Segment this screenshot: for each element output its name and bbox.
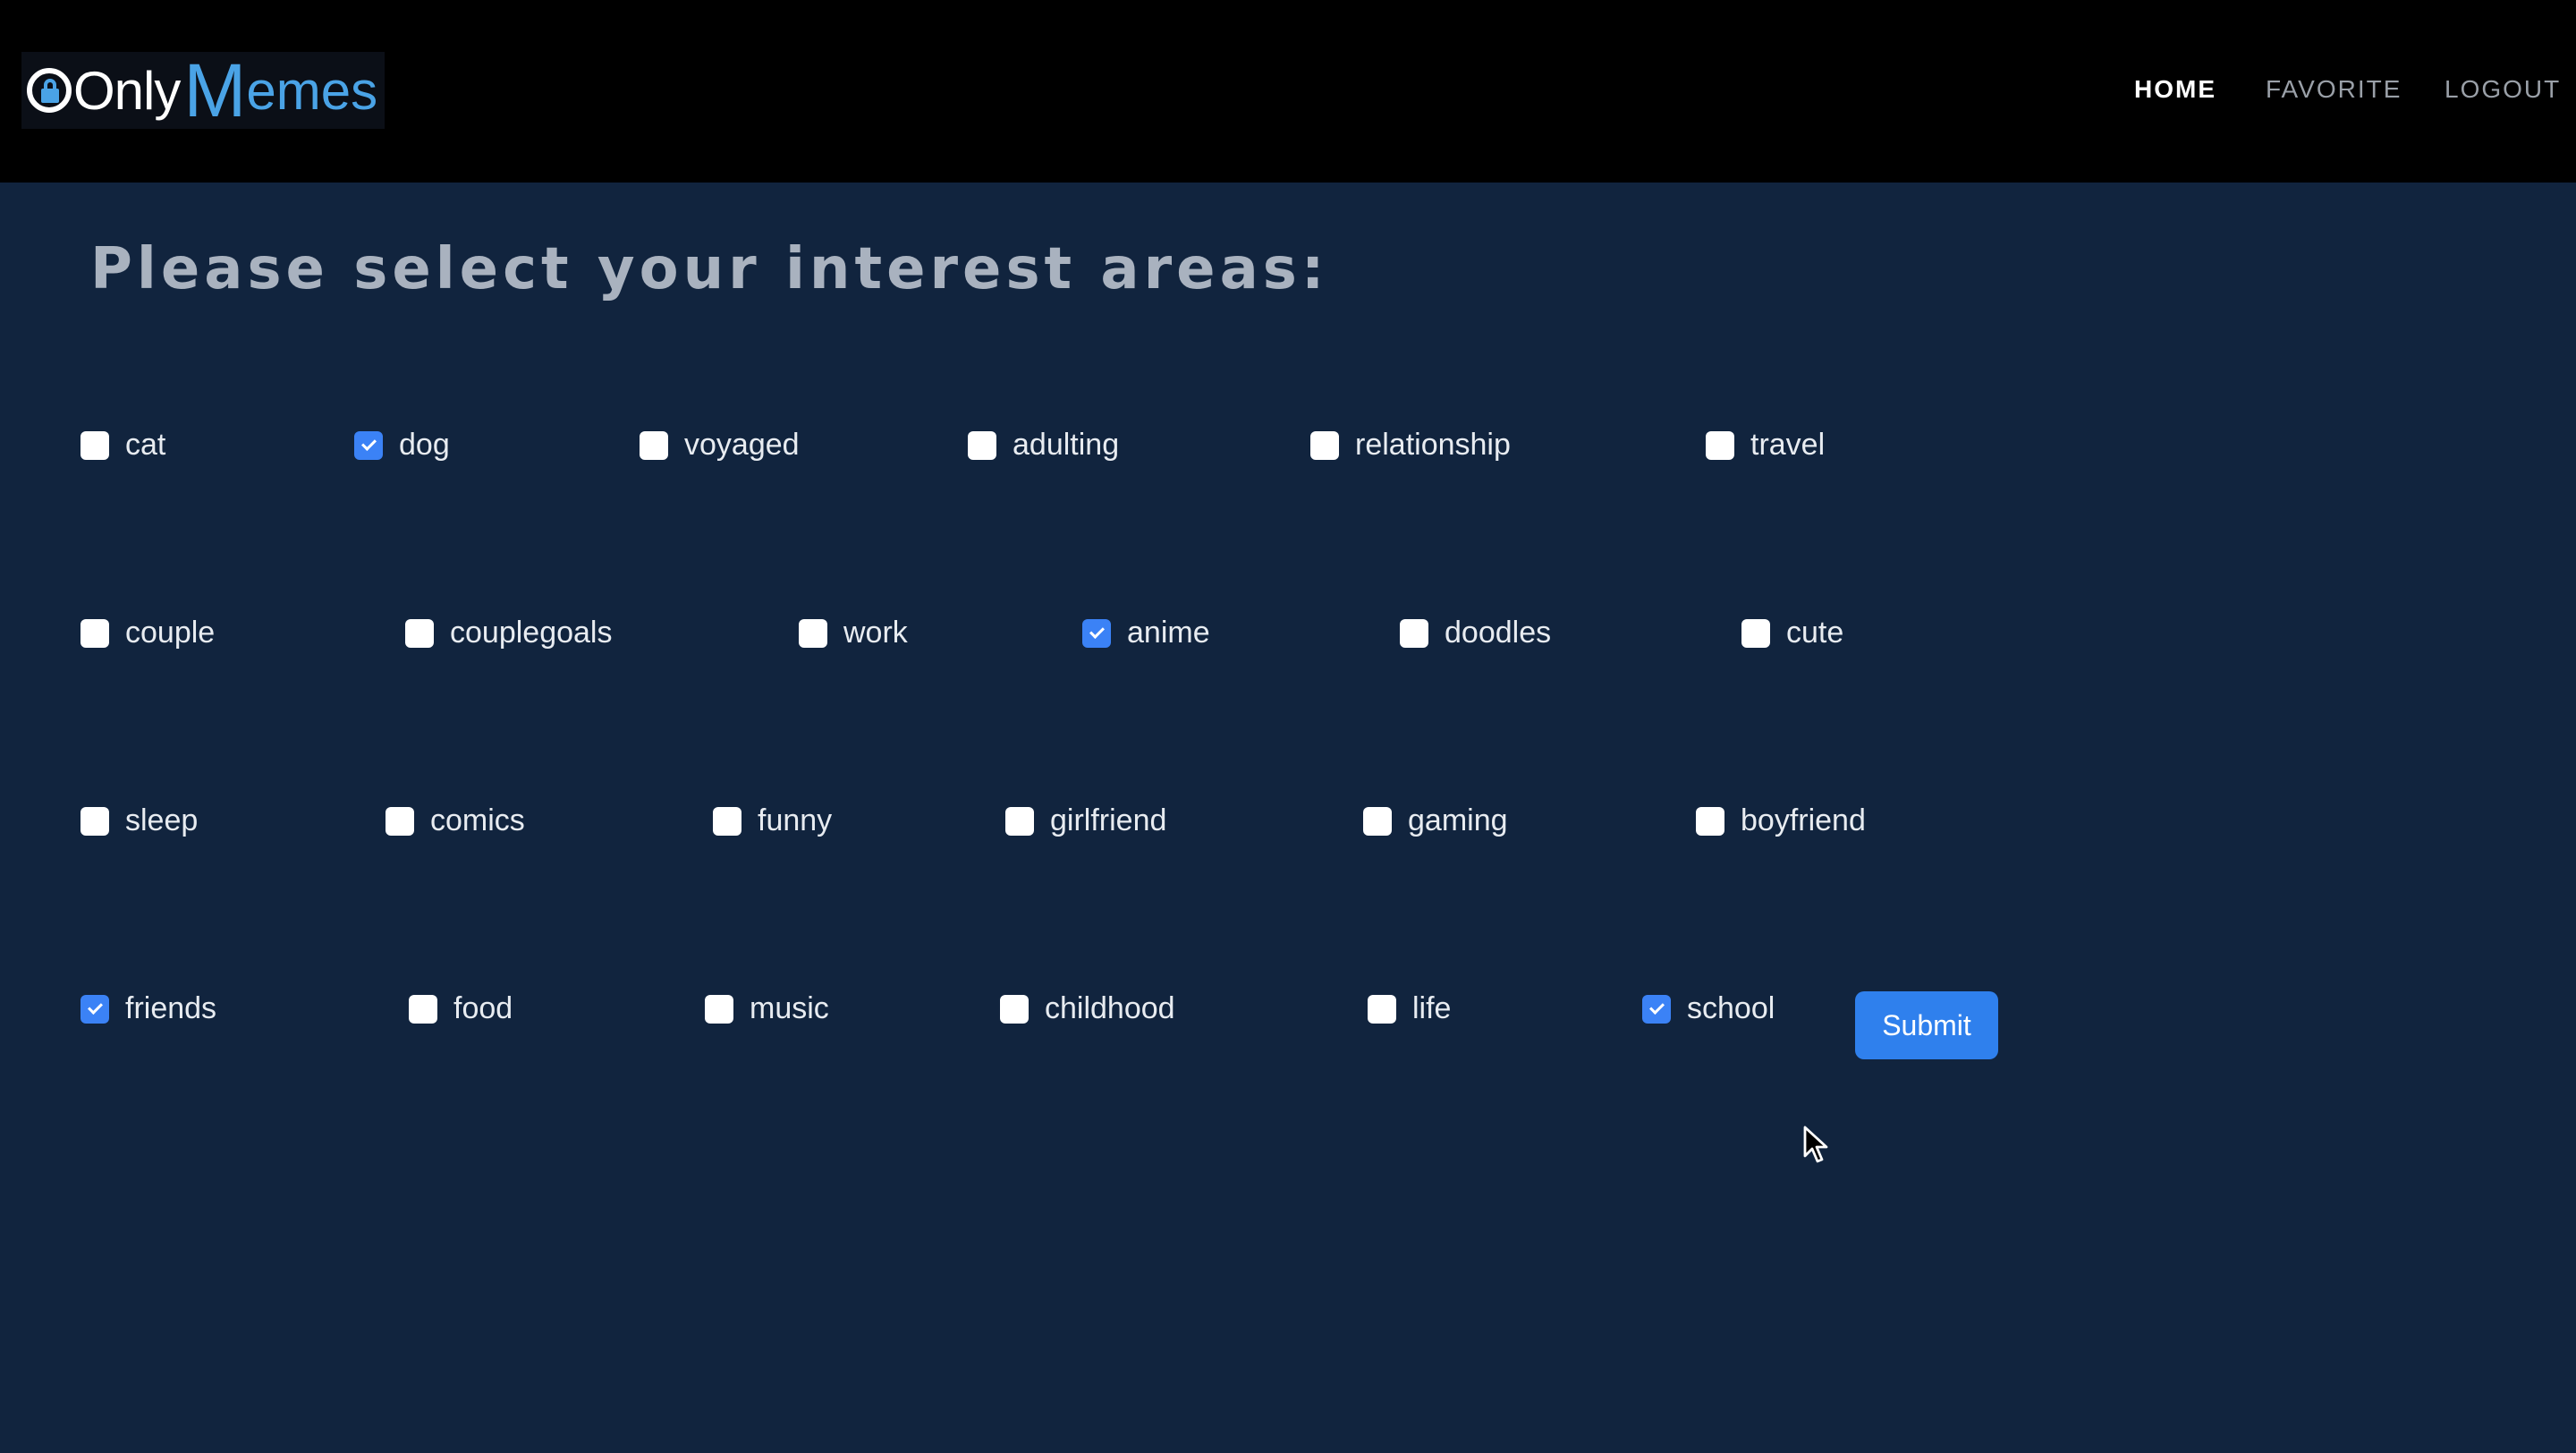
checkbox[interactable]: [1000, 994, 1029, 1024]
interest-label: girlfriend: [1050, 803, 1167, 837]
checkbox[interactable]: [713, 806, 741, 836]
interest-option-anime[interactable]: anime: [1082, 616, 1210, 650]
interest-option-doodles[interactable]: doodles: [1400, 616, 1551, 650]
interest-label: travel: [1750, 428, 1826, 462]
interest-label: comics: [430, 803, 525, 837]
checkbox[interactable]: [640, 430, 668, 460]
interest-option-cute[interactable]: cute: [1741, 616, 1843, 650]
top-navbar: Only M emes HOME FAVORITE LOGOUT: [0, 0, 2576, 183]
interest-label: anime: [1127, 616, 1210, 650]
interest-label: life: [1412, 991, 1452, 1025]
interest-option-boyfriend[interactable]: boyfriend: [1696, 803, 1866, 838]
nav-logout-link[interactable]: LOGOUT: [2445, 75, 2561, 104]
checkbox[interactable]: [80, 618, 109, 648]
interest-option-travel[interactable]: travel: [1706, 428, 1825, 463]
checkbox[interactable]: [1368, 994, 1396, 1024]
interest-option-comics[interactable]: comics: [386, 803, 525, 838]
interest-option-dog[interactable]: dog: [354, 428, 450, 463]
interest-option-funny[interactable]: funny: [713, 803, 832, 838]
submit-button[interactable]: Submit: [1855, 991, 1998, 1059]
checkbox[interactable]: [1005, 806, 1034, 836]
interest-label: cat: [125, 428, 166, 462]
interest-option-voyaged[interactable]: voyaged: [640, 428, 800, 463]
interest-option-girlfriend[interactable]: girlfriend: [1005, 803, 1166, 838]
checkbox[interactable]: [80, 806, 109, 836]
checkbox[interactable]: [1363, 806, 1392, 836]
onlymemes-logo[interactable]: Only M emes: [21, 48, 386, 132]
checkbox[interactable]: [1400, 618, 1428, 648]
checkbox[interactable]: [705, 994, 733, 1024]
checkbox[interactable]: [354, 430, 383, 460]
checkbox[interactable]: [80, 430, 109, 460]
mouse-cursor-icon: [1803, 1126, 1828, 1163]
interest-label: doodles: [1445, 616, 1552, 650]
interest-label: gaming: [1408, 803, 1508, 837]
interest-option-work[interactable]: work: [799, 616, 908, 650]
interest-label: childhood: [1045, 991, 1175, 1025]
lock-icon: [27, 68, 72, 113]
interest-label: relationship: [1355, 428, 1511, 462]
interest-option-adulting[interactable]: adulting: [968, 428, 1119, 463]
checkbox[interactable]: [968, 430, 996, 460]
nav-home-link[interactable]: HOME: [2134, 75, 2216, 104]
checkbox[interactable]: [1706, 430, 1734, 460]
logo-text-emes: emes: [246, 60, 378, 121]
interest-option-couplegoals[interactable]: couplegoals: [405, 616, 612, 650]
checkbox[interactable]: [1310, 430, 1339, 460]
interest-label: work: [843, 616, 908, 650]
interest-option-school[interactable]: school: [1642, 991, 1775, 1026]
checkbox[interactable]: [409, 994, 437, 1024]
interest-option-relationship[interactable]: relationship: [1310, 428, 1511, 463]
interest-label: dog: [399, 428, 450, 462]
checkbox[interactable]: [405, 618, 434, 648]
interest-label: adulting: [1013, 428, 1120, 462]
checkbox[interactable]: [80, 994, 109, 1024]
interest-label: food: [453, 991, 513, 1025]
checkbox[interactable]: [386, 806, 414, 836]
logo-text-m: M: [183, 48, 247, 132]
interest-option-childhood[interactable]: childhood: [1000, 991, 1175, 1026]
interest-label: couple: [125, 616, 216, 650]
interest-label: cute: [1786, 616, 1844, 650]
interest-option-life[interactable]: life: [1368, 991, 1451, 1026]
interest-label: music: [750, 991, 829, 1025]
checkbox[interactable]: [1642, 994, 1671, 1024]
interest-option-friends[interactable]: friends: [80, 991, 216, 1026]
interest-label: school: [1687, 991, 1775, 1025]
checkbox[interactable]: [1741, 618, 1770, 648]
interest-option-gaming[interactable]: gaming: [1363, 803, 1508, 838]
interest-label: voyaged: [684, 428, 800, 462]
interest-label: couplegoals: [450, 616, 613, 650]
interest-option-couple[interactable]: couple: [80, 616, 215, 650]
checkbox[interactable]: [1696, 806, 1724, 836]
interest-option-music[interactable]: music: [705, 991, 829, 1026]
interest-label: boyfriend: [1741, 803, 1866, 837]
checkbox[interactable]: [799, 618, 827, 648]
logo-text-only: Only: [73, 60, 181, 121]
interest-label: sleep: [125, 803, 199, 837]
interest-option-food[interactable]: food: [409, 991, 513, 1026]
nav-favorite-link[interactable]: FAVORITE: [2266, 75, 2402, 104]
interest-label: funny: [758, 803, 833, 837]
interest-label: friends: [125, 991, 217, 1025]
interest-option-sleep[interactable]: sleep: [80, 803, 198, 838]
interest-option-cat[interactable]: cat: [80, 428, 165, 463]
page-title: Please select your interest areas:: [90, 236, 1329, 302]
checkbox[interactable]: [1082, 618, 1111, 648]
